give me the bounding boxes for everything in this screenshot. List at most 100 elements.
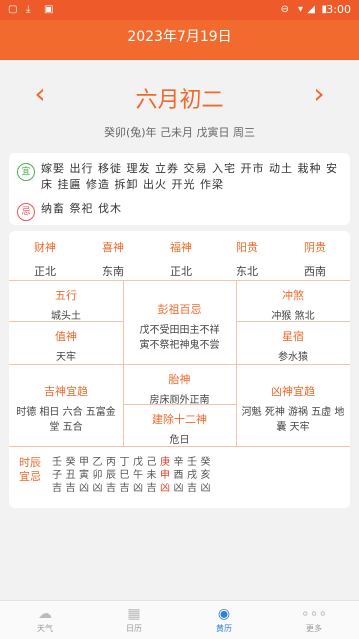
wuxing-cell: 五行 城头土 [9,287,123,322]
tab-label: 更多 [306,624,322,633]
god-fu: 福神 正北 [147,239,215,279]
ji-badge-icon: 忌 [17,203,35,221]
hour-bot: 凶 [92,483,103,494]
image-icon: ▣ [44,4,54,15]
god-title: 福神 [170,241,192,254]
god-cai: 财神 正北 [11,239,79,279]
hour-column: 丙辰吉 [105,456,117,495]
hour-mid: 丑 [65,470,76,481]
hour-mid: 亥 [200,470,211,481]
tab-almanac[interactable]: ◉ 黄历 [194,605,254,634]
hour-top: 丁 [119,457,130,468]
hour-column: 乙卯凶 [92,456,104,495]
god-direction: 正北 [170,265,192,278]
hour-bot: 吉 [187,483,197,494]
hour-column: 癸亥凶 [200,456,212,495]
pengzu-line1: 戊不受田田主不祥 [139,325,220,336]
ganzhi-line: 癸卯(兔)年 己未月 戊寅日 周三 [103,126,256,139]
bottom-tab-bar: ☁ 天气 ▦ 日历 ◉ 黄历 ∘∘∘ 更多 [0,600,359,639]
xiongshen-title: 凶神宜趋 [271,385,315,398]
hour-column: 戊午凶 [132,456,144,495]
xiongshen-value: 河魁 死神 游祸 五虚 地囊 天牢 [241,407,345,433]
hour-top: 甲 [79,457,89,468]
hour-bot: 凶 [200,483,211,494]
hour-bot: 凶 [173,483,184,494]
hour-bot: 凶 [160,483,170,494]
god-title: 阳贵 [236,241,258,254]
god-title: 喜神 [102,241,124,254]
hour-bot: 吉 [146,483,157,494]
page-title[interactable]: 2023年7月19日 [0,20,359,54]
yi-items: 嫁娶 出行 移徙 理发 立券 交易 入宅 开市 动土 栽种 安床 挂匾 修造 拆… [41,162,338,191]
hour-mid: 未 [146,470,157,481]
hour-bot: 吉 [119,483,130,494]
ji-row: 忌 纳畜 祭祀 伐木 [17,201,342,221]
pengzu-line2: 寅不祭祀神鬼不尝 [139,340,220,351]
details-card: 财神 正北 喜神 东南 福神 正北 阳贵 东北 阴贵 西南 五行 城头土 彭祖百… [9,231,350,508]
hour-mid: 巳 [119,470,130,481]
wuxing-title: 五行 [55,289,77,302]
divider [9,280,350,281]
zhishen-cell: 值神 天牢 [9,328,123,363]
god-yanggui: 阳贵 东北 [213,239,281,279]
tab-calendar[interactable]: ▦ 日历 [104,605,164,634]
wuxing-value: 城头土 [51,311,81,322]
hour-column: 庚申凶 [159,456,171,495]
hour-top: 己 [146,457,157,468]
tab-label: 日历 [126,624,142,633]
god-direction: 西南 [304,265,326,278]
calendar-icon: ▦ [127,606,141,622]
date-header: ‹ 六月初二 › 癸卯(兔)年 己未月 戊寅日 周三 [0,60,359,150]
next-day-button[interactable]: › [307,80,331,110]
jianchu-value: 危日 [169,435,190,446]
tab-weather[interactable]: ☁ 天气 [15,605,75,634]
notification-square-icon: ▢ [8,4,18,15]
gods-row: 财神 正北 喜神 东南 福神 正北 阳贵 东北 阴贵 西南 [9,231,350,279]
previous-day-button[interactable]: ‹ [28,80,52,110]
more-icon: ∘∘∘ [300,606,328,622]
wifi-icon: ▾ [297,4,303,15]
hour-top: 辛 [173,457,184,468]
god-title: 财神 [34,241,56,254]
hour-mid: 申 [160,470,170,481]
signal-icon: ◢ [307,4,315,15]
lunar-date: 六月初二 [135,88,224,113]
god-direction: 正北 [34,265,56,278]
xingsu-value: 参水猿 [278,352,308,363]
chongsha-value: 冲猴 煞北 [271,311,315,322]
hour-top: 乙 [92,457,103,468]
taishen-value: 房床厕外正南 [149,395,210,406]
god-yingui: 阴贵 西南 [281,239,349,279]
hour-column: 壬子吉 [51,456,63,495]
jishen-value: 时德 相日 六合 五富金堂 五合 [16,407,116,433]
hour-column: 癸丑吉 [65,456,77,495]
title-bar: 2023年7月19日 [0,20,359,60]
hours-label: 时辰宜忌 [19,456,41,483]
jianchu-cell: 建除十二神 危日 [123,411,236,446]
chongsha-title: 冲煞 [282,289,304,302]
taishen-title: 胎神 [168,373,191,386]
taishen-cell: 胎神 房床厕外正南 [123,371,236,406]
zhishen-value: 天牢 [56,352,76,363]
hour-column: 己未吉 [146,456,158,495]
jishen-title: 吉神宜趋 [44,385,88,398]
jishen-cell: 吉神宜趋 时德 相日 六合 五富金堂 五合 [9,383,123,433]
xingsu-title: 星宿 [282,330,304,343]
yi-badge-icon: 宜 [17,163,35,181]
hours-section: 时辰宜忌 壬子吉癸丑吉甲寅凶乙卯凶丙辰吉丁巳吉戊午凶己未吉庚申凶辛酉凶壬戌吉癸亥… [9,456,350,500]
jianchu-title: 建除十二神 [152,413,207,426]
status-time: 3:00 [326,3,351,16]
hour-bot: 凶 [79,483,89,494]
hour-top: 癸 [65,457,76,468]
download-icon: ⤓ [26,4,31,15]
pengzu-title: 彭祖百忌 [157,303,202,316]
zhishen-title: 值神 [55,330,77,343]
god-xi: 喜神 东南 [79,239,147,279]
ji-items: 纳畜 祭祀 伐木 [41,202,122,215]
hour-bot: 吉 [52,483,62,494]
tab-more[interactable]: ∘∘∘ 更多 [284,605,344,634]
hour-mid: 辰 [106,470,116,481]
yi-ji-card: 宜 嫁娶 出行 移徙 理发 立券 交易 入宅 开市 动土 栽种 安床 挂匾 修造… [9,153,350,225]
almanac-icon: ◉ [217,606,231,622]
god-title: 阴贵 [304,241,326,254]
